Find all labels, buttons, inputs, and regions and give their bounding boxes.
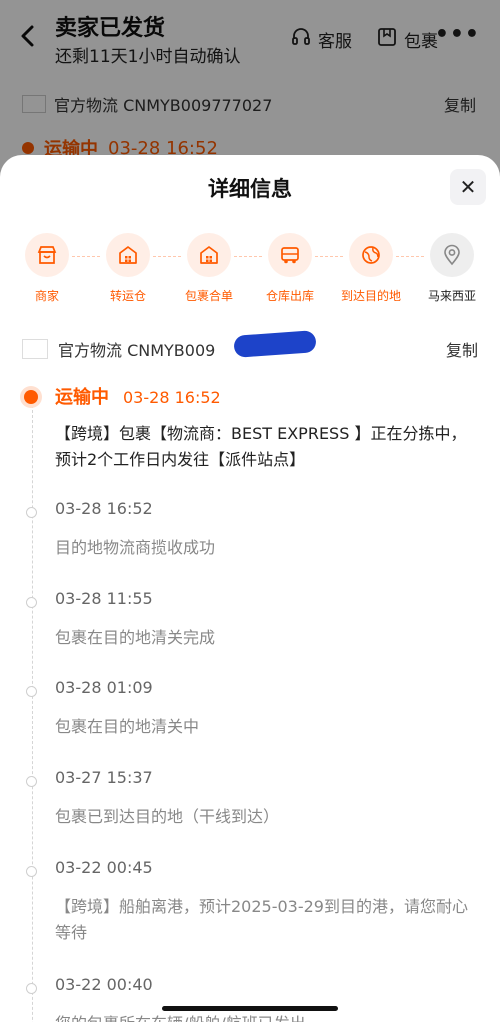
- event-time: 03-28 16:52: [55, 499, 153, 518]
- step-label: 到达目的地: [340, 289, 401, 303]
- store-icon: [25, 233, 69, 277]
- event-status: 运输中: [55, 387, 109, 408]
- event-time: 03-27 15:37: [55, 768, 153, 787]
- event-header: 运输中 03-28 16:52: [55, 383, 221, 409]
- logistics-progress-steps: 商家 转运仓 包裹合单 仓库出库 到达目的地 马来西亚: [0, 233, 500, 313]
- step-merchant: 商家: [6, 233, 88, 304]
- timeline-event: 运输中 03-28 16:52 【跨境】包裹【物流商：BEST EXPRESS 】…: [0, 383, 500, 473]
- truck-icon: [268, 233, 312, 277]
- home-indicator[interactable]: [162, 1006, 338, 1011]
- redaction-mark: [233, 330, 317, 358]
- step-label: 马来西亚: [427, 289, 476, 303]
- carrier-logo-icon: [22, 339, 48, 359]
- active-dot-icon: [24, 390, 38, 404]
- event-time: 03-28 16:52: [123, 388, 221, 407]
- event-description: 【跨境】船舶离港，预计2025-03-29到目的港，请您耐心等待: [55, 897, 468, 942]
- event-time: 03-22 00:45: [55, 858, 153, 877]
- logistics-detail-sheet: 详细信息 ✕ 商家 转运仓 包裹合单 仓库出库 到达目的地 马来西亚 官方物流 …: [0, 155, 500, 1022]
- timeline-dot-icon: [26, 776, 37, 787]
- close-button[interactable]: ✕: [450, 169, 486, 205]
- step-package-merge: 包裹合单: [168, 233, 250, 304]
- globe-icon: [349, 233, 393, 277]
- timeline-dot-icon: [26, 507, 37, 518]
- step-label: 仓库出库: [265, 289, 314, 303]
- location-pin-icon: [430, 233, 474, 277]
- event-description: 您的包裹所在车辆/船舶/航班已发出: [55, 1011, 475, 1022]
- timeline-line: [32, 405, 33, 1022]
- carrier-row: 官方物流 CNMYB009 复制: [22, 330, 478, 361]
- step-malaysia: 马来西亚: [411, 233, 493, 304]
- step-transit-warehouse: 转运仓: [87, 233, 169, 304]
- close-icon: ✕: [459, 175, 477, 199]
- warehouse-icon: [106, 233, 150, 277]
- event-description: 【跨境】包裹【物流商：BEST EXPRESS 】正在分拣中，预计2个工作日内发…: [55, 424, 467, 469]
- event-description: 包裹在目的地清关中: [55, 717, 200, 736]
- warehouse-icon: [187, 233, 231, 277]
- step-arrived-destination: 到达目的地: [330, 233, 412, 304]
- step-label: 商家: [34, 289, 59, 303]
- tracking-number: 官方物流 CNMYB009: [58, 341, 216, 360]
- step-label: 包裹合单: [184, 289, 233, 303]
- timeline-dot-icon: [26, 983, 37, 994]
- event-description: 包裹在目的地清关完成: [55, 628, 216, 647]
- event-time: 03-28 01:09: [55, 678, 153, 697]
- sheet-title: 详细信息: [208, 177, 292, 201]
- step-warehouse-out: 仓库出库: [249, 233, 331, 304]
- timeline-dot-icon: [26, 866, 37, 877]
- timeline-dot-icon: [26, 597, 37, 608]
- tracking-timeline: 运输中 03-28 16:52 【跨境】包裹【物流商：BEST EXPRESS 】…: [0, 377, 500, 1022]
- timeline-dot-icon: [26, 686, 37, 697]
- step-label: 转运仓: [109, 289, 146, 303]
- event-description: 包裹已到达目的地（干线到达）: [55, 807, 280, 826]
- copy-button[interactable]: 复制: [446, 337, 478, 361]
- event-time: 03-22 00:40: [55, 975, 153, 994]
- event-description: 目的地物流商揽收成功: [55, 538, 216, 557]
- event-time: 03-28 11:55: [55, 589, 153, 608]
